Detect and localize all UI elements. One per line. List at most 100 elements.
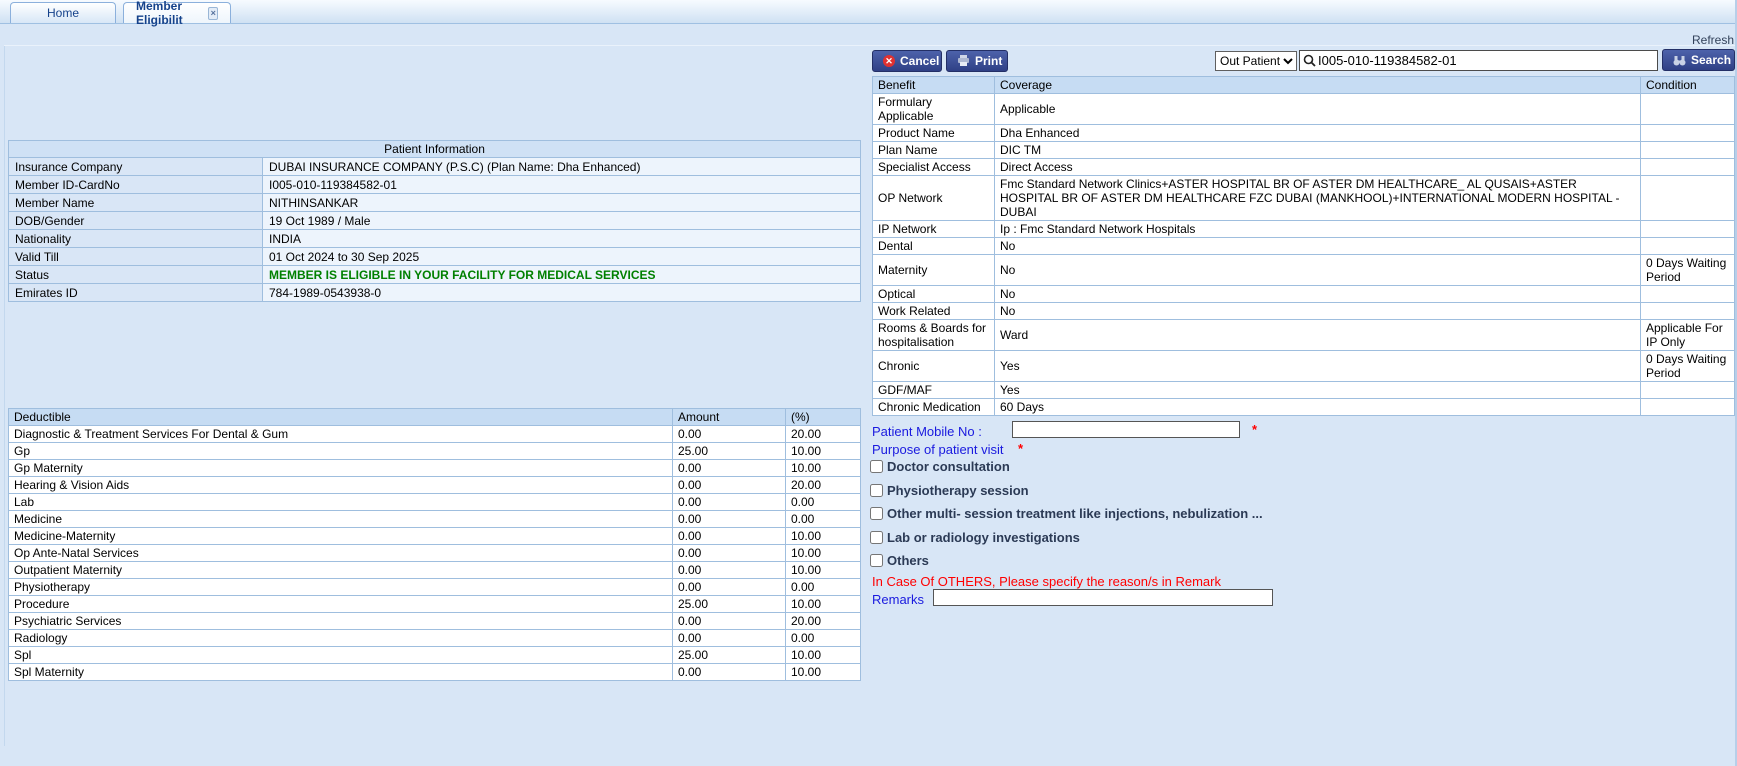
purpose-checkbox[interactable] <box>870 554 883 567</box>
benefit-header-row: Benefit Coverage Condition <box>872 76 1735 94</box>
member-search-box <box>1299 50 1658 71</box>
deductible-row: Physiotherapy 0.00 0.00 <box>8 578 861 596</box>
deductible-name-cell: Gp Maternity <box>8 459 673 477</box>
others-note: In Case Of OTHERS, Please specify the re… <box>872 574 1221 589</box>
patient-info-value: DUBAI INSURANCE COMPANY (P.S.C) (Plan Na… <box>261 157 862 176</box>
benefit-cell: Plan Name <box>872 141 995 159</box>
deductible-percent-cell: 20.00 <box>785 425 861 443</box>
deductible-name-cell: Outpatient Maternity <box>8 561 673 579</box>
deductible-name-cell: Spl Maternity <box>8 663 673 681</box>
coverage-cell: Yes <box>994 350 1641 382</box>
benefit-cell: Chronic <box>872 350 995 382</box>
benefit-row: Plan Name DIC TM <box>872 141 1735 159</box>
left-divider <box>4 46 5 746</box>
patient-info-value: INDIA <box>261 229 862 248</box>
patient-info-title-row: Patient Information <box>7 140 862 158</box>
condition-cell <box>1640 285 1735 303</box>
coverage-cell: No <box>994 285 1641 303</box>
purpose-option-other-multi-[interactable]: Other multi- session treatment like inje… <box>870 506 1263 521</box>
tab-home-label: Home <box>46 6 79 20</box>
deductible-name-cell: Lab <box>8 493 673 511</box>
deductible-amount-cell: 0.00 <box>672 527 786 545</box>
purpose-option-label: Lab or radiology investigations <box>887 529 1080 545</box>
patient-info-row: Status MEMBER IS ELIGIBLE IN YOUR FACILIT… <box>8 265 862 284</box>
deductible-name-cell: Op Ante-Natal Services <box>8 544 673 562</box>
cancel-button-label: Cancel <box>900 54 940 68</box>
deductible-amount-cell: 25.00 <box>672 442 786 460</box>
mobile-required-asterisk: * <box>1252 422 1258 437</box>
benefit-row: Specialist Access Direct Access <box>872 158 1735 176</box>
purpose-checkbox[interactable] <box>870 530 883 544</box>
visit-type-select[interactable]: Out Patient <box>1215 51 1297 71</box>
benefit-row: OP Network Fmc Standard Network Clinics+A… <box>872 175 1735 221</box>
coverage-cell: Yes <box>994 381 1641 399</box>
benefit-cell: GDF/MAF <box>872 381 995 399</box>
remarks-input[interactable] <box>933 589 1273 606</box>
search-button[interactable]: Search <box>1662 49 1735 71</box>
cancel-button[interactable]: ✕ Cancel <box>872 50 942 72</box>
condition-cell <box>1640 237 1735 255</box>
deductible-row: Diagnostic & Treatment Services For Dent… <box>8 425 861 443</box>
patient-info-row: Insurance Company DUBAI INSURANCE COMPANY… <box>8 157 862 176</box>
purpose-option-doctor-consultation[interactable]: Doctor consultation <box>870 459 1010 474</box>
benefit-cell: Dental <box>872 237 995 255</box>
patient-mobile-input[interactable] <box>1012 421 1240 438</box>
amount-header: Amount <box>672 408 786 426</box>
deductible-row: Medicine 0.00 0.00 <box>8 510 861 528</box>
patient-info-value: 784-1989-0543938-0 <box>261 283 862 302</box>
deductible-row: Psychiatric Services 0.00 20.00 <box>8 612 861 630</box>
tab-close-icon[interactable]: × <box>208 6 218 20</box>
patient-info-row: Emirates ID 784-1989-0543938-0 <box>8 283 862 302</box>
deductible-row: Radiology 0.00 0.00 <box>8 629 861 647</box>
purpose-option-label: Physiotherapy session <box>887 482 1029 498</box>
coverage-cell: 60 Days <box>994 398 1641 416</box>
deductible-row: Spl 25.00 10.00 <box>8 646 861 664</box>
deductible-name-cell: Physiotherapy <box>8 578 673 596</box>
purpose-option-label: Others <box>887 553 929 568</box>
deductible-percent-cell: 10.00 <box>785 527 861 545</box>
search-button-label: Search <box>1691 53 1732 67</box>
purpose-option-lab-or[interactable]: Lab or radiology investigations <box>870 530 1080 545</box>
coverage-cell: Fmc Standard Network Clinics+ASTER HOSPI… <box>994 175 1641 221</box>
benefit-cell: Formulary Applicable <box>872 93 995 125</box>
patient-info-title: Patient Information <box>7 140 862 158</box>
benefit-row: Chronic Medication 60 Days <box>872 398 1735 416</box>
purpose-checkbox[interactable] <box>870 483 883 497</box>
coverage-cell: No <box>994 237 1641 255</box>
benefit-cell: Chronic Medication <box>872 398 995 416</box>
patient-info-row: DOB/Gender 19 Oct 1989 / Male <box>8 211 862 230</box>
deductible-amount-cell: 0.00 <box>672 425 786 443</box>
deductible-header-row: Deductible Amount (%) <box>8 408 861 426</box>
deductible-percent-cell: 10.00 <box>785 663 861 681</box>
deductible-amount-cell: 0.00 <box>672 544 786 562</box>
deductible-amount-cell: 0.00 <box>672 612 786 630</box>
benefit-cell: OP Network <box>872 175 995 221</box>
tab-home[interactable]: Home <box>10 2 116 23</box>
benefit-row: IP Network Ip : Fmc Standard Network Hosp… <box>872 220 1735 238</box>
deductible-name-cell: Diagnostic & Treatment Services For Dent… <box>8 425 673 443</box>
coverage-cell: Applicable <box>994 93 1641 125</box>
coverage-cell: Ip : Fmc Standard Network Hospitals <box>994 220 1641 238</box>
patient-info-label: Valid Till <box>8 247 263 266</box>
purpose-option-physiotherapy-session[interactable]: Physiotherapy session <box>870 483 1029 498</box>
purpose-option-others[interactable]: Others <box>870 553 929 568</box>
cancel-icon: ✕ <box>883 55 895 67</box>
magnifier-icon <box>1303 54 1316 67</box>
benefit-coverage-table: Benefit Coverage Condition Formulary App… <box>872 76 1735 416</box>
tab-member-eligibility[interactable]: Member Eligibilit × <box>123 0 231 27</box>
purpose-checkbox[interactable] <box>870 460 883 473</box>
print-button[interactable]: Print <box>946 50 1008 72</box>
purpose-checkbox[interactable] <box>870 507 883 520</box>
binoculars-icon <box>1673 55 1686 66</box>
patient-info-value: 01 Oct 2024 to 30 Sep 2025 <box>261 247 862 266</box>
member-search-input[interactable] <box>1316 53 1654 68</box>
benefit-cell: Product Name <box>872 124 995 142</box>
patient-info-label: Insurance Company <box>8 157 263 176</box>
deductible-row: Op Ante-Natal Services 0.00 10.00 <box>8 544 861 562</box>
coverage-cell: DIC TM <box>994 141 1641 159</box>
coverage-cell: Dha Enhanced <box>994 124 1641 142</box>
deductible-row: Procedure 25.00 10.00 <box>8 595 861 613</box>
condition-cell <box>1640 124 1735 142</box>
deductible-row: Lab 0.00 0.00 <box>8 493 861 511</box>
benefit-row: GDF/MAF Yes <box>872 381 1735 399</box>
